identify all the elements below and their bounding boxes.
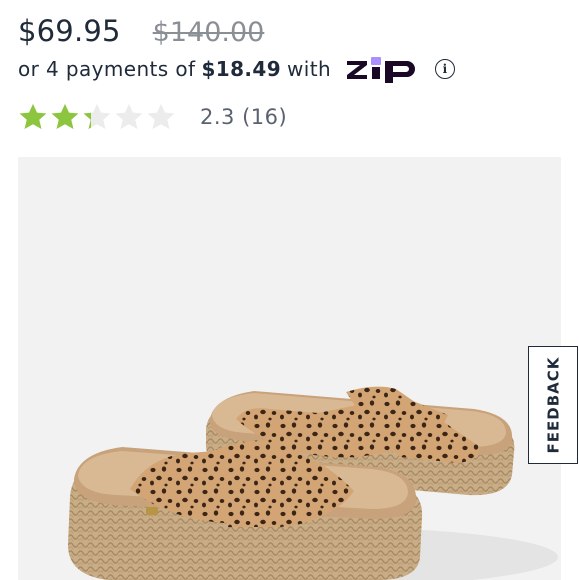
star-icon (115, 103, 143, 129)
installment-amount: $18.49 (201, 57, 282, 81)
installments-prefix: or 4 payments of (18, 57, 196, 81)
installments-suffix: with (287, 57, 332, 81)
feedback-label: FEEDBACK (544, 356, 562, 454)
product-image[interactable] (18, 157, 561, 580)
star-rating (18, 102, 176, 132)
info-icon[interactable]: i (435, 59, 456, 79)
star-icon (147, 103, 175, 129)
star-icon (51, 103, 79, 129)
sale-price: $69.95 (18, 14, 121, 48)
rating-summary[interactable]: 2.3 (16) (200, 105, 287, 129)
feedback-button[interactable]: FEEDBACK (528, 346, 578, 464)
price-row: $69.95 $140.00 (18, 14, 264, 48)
rating-row[interactable]: 2.3 (16) (18, 102, 287, 132)
original-price: $140.00 (152, 17, 265, 48)
zip-logo[interactable] (345, 55, 423, 83)
installments-row: or 4 payments of $18.49 with i (18, 55, 456, 83)
star-icon (83, 103, 111, 129)
star-icon (19, 103, 47, 129)
